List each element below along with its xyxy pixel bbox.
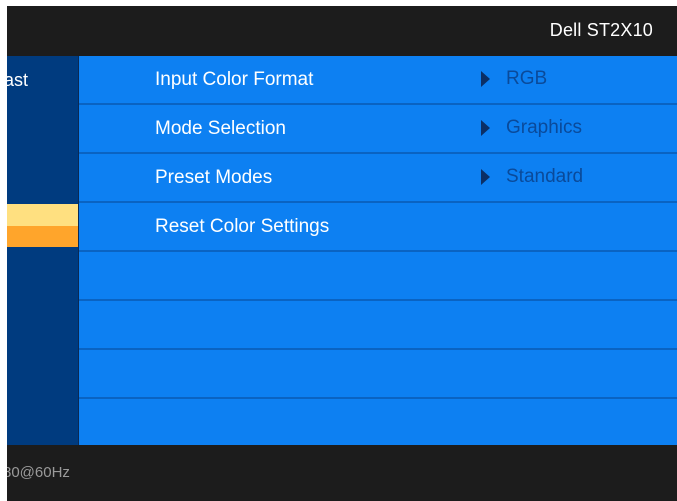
menu-row-preset-modes[interactable]: Preset Modes Standard bbox=[79, 154, 677, 203]
menu-row-label: Input Color Format bbox=[155, 69, 314, 90]
osd-footer: 80@60Hz bbox=[7, 445, 677, 501]
menu-row-value: Standard bbox=[506, 166, 584, 187]
color-settings-panel: Input Color Format RGB Mode Selection Gr… bbox=[79, 56, 677, 445]
selected-highlight-bottom bbox=[7, 226, 78, 247]
brand-model: Dell ST2X10 bbox=[549, 20, 653, 40]
sidebar-item-color-settings-selected[interactable] bbox=[7, 204, 78, 247]
resolution-status: 80@60Hz bbox=[7, 464, 70, 481]
menu-row-value: RGB bbox=[506, 68, 548, 89]
menu-row-empty bbox=[79, 350, 677, 399]
menu-row-input-color-format[interactable]: Input Color Format RGB bbox=[79, 56, 677, 105]
menu-row-empty bbox=[79, 399, 677, 446]
selected-highlight-top bbox=[7, 204, 78, 226]
menu-row-label: Reset Color Settings bbox=[155, 216, 330, 237]
menu-row-label: Preset Modes bbox=[155, 167, 273, 188]
menu-row-mode-selection[interactable]: Mode Selection Graphics bbox=[79, 105, 677, 154]
osd-sidebar: ast bbox=[7, 56, 79, 445]
chevron-right-icon bbox=[481, 120, 490, 136]
menu-row-value: Graphics bbox=[506, 117, 583, 138]
menu-row-empty bbox=[79, 301, 677, 350]
osd-header: Dell ST2X10 bbox=[7, 6, 677, 56]
menu-row-label: Mode Selection bbox=[155, 118, 286, 139]
sidebar-item-brightness-contrast[interactable]: ast bbox=[7, 70, 28, 91]
menu-row-reset-color-settings[interactable]: Reset Color Settings bbox=[79, 203, 677, 252]
chevron-right-icon bbox=[481, 71, 490, 87]
monitor-osd: Dell ST2X10 ast Input Color Format RGB M… bbox=[7, 6, 677, 501]
menu-row-empty bbox=[79, 252, 677, 301]
chevron-right-icon bbox=[481, 169, 490, 185]
